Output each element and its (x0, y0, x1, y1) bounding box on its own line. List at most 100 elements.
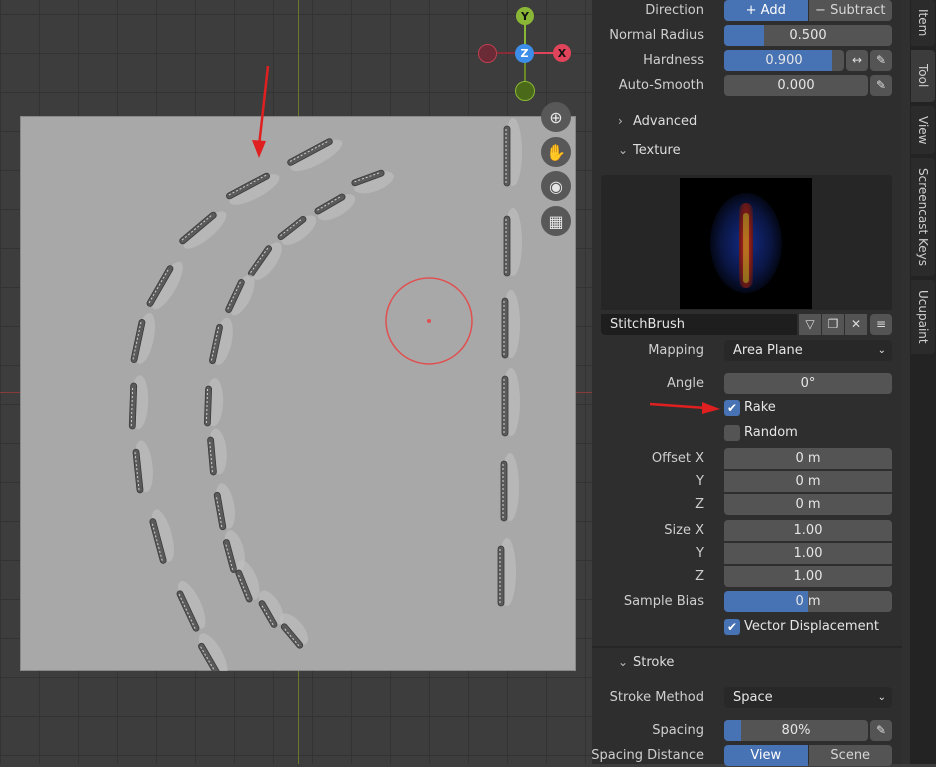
camera-icon[interactable]: ◉ (541, 171, 571, 201)
random-label: Random (744, 425, 798, 440)
chevron-down-icon: ⌄ (618, 143, 629, 157)
random-checkbox[interactable] (724, 425, 740, 441)
stroke-method-label: Stroke Method (609, 690, 704, 705)
duplicate-icon[interactable]: ❐ (822, 314, 844, 335)
zoom-icon[interactable]: ⊕ (541, 102, 571, 132)
sample-bias-row: Sample Bias 0 m (592, 591, 902, 613)
size-x-label: Size X (664, 523, 704, 538)
gizmo-neg-y-axis[interactable] (515, 81, 535, 101)
scene-button[interactable]: Scene (808, 745, 892, 766)
mapping-label: Mapping (648, 343, 704, 358)
offset-x-field[interactable]: 0 m (724, 448, 892, 469)
offset-z-row: Z 0 m (592, 494, 902, 516)
size-y-value: 1.00 (793, 546, 823, 561)
unlink-close-icon[interactable]: ✕ (845, 314, 867, 335)
tab-screencast-keys[interactable]: Screencast Keys (911, 158, 935, 276)
gizmo-x-axis[interactable]: X (553, 44, 571, 62)
texture-preview-box[interactable] (601, 175, 892, 310)
gizmo-z-axis[interactable]: Z (515, 44, 534, 63)
spacing-label: Spacing (652, 723, 704, 738)
vector-displacement-checkbox[interactable]: ✔ (724, 619, 740, 635)
annotation-arrow-rake (649, 402, 720, 414)
size-z-row: Z 1.00 (592, 566, 902, 588)
texture-selector-row: StitchBrush ▽ ❐ ✕ ≡ (592, 314, 902, 336)
direction-row: Direction + Add − Subtract (592, 0, 902, 22)
offset-x-row: Offset X 0 m (592, 448, 902, 470)
3d-viewport[interactable]: Y Z X ⊕ ✋ ◉ ▦ (0, 0, 592, 764)
size-z-value: 1.00 (793, 569, 823, 584)
size-x-row: Size X 1.00 (592, 520, 902, 542)
stroke-section-header[interactable]: ⌄ Stroke (592, 651, 902, 675)
tab-view[interactable]: View (911, 106, 935, 154)
spacing-row: Spacing 80% ✎ (592, 720, 902, 742)
stroke-title: Stroke (633, 655, 675, 670)
rake-row[interactable]: ✔ Rake (592, 398, 902, 420)
direction-toggle: + Add − Subtract (724, 0, 892, 21)
normal-radius-fill (724, 25, 765, 46)
hardness-slider[interactable]: 0.900 (724, 50, 844, 71)
texture-section-header[interactable]: ⌄ Texture (592, 139, 902, 163)
offset-z-field[interactable]: 0 m (724, 494, 892, 515)
texture-settings-icon[interactable]: ≡ (870, 314, 892, 335)
fake-user-shield-icon[interactable]: ▽ (799, 314, 821, 335)
tab-item-label: Item (916, 9, 930, 37)
spacing-distance-toggle: View Scene (724, 745, 892, 766)
tab-tool[interactable]: Tool (911, 50, 935, 102)
spacing-slider[interactable]: 80% (724, 720, 868, 741)
advanced-section-header[interactable]: › Advanced (592, 110, 902, 134)
sidebar-properties: Direction + Add − Subtract Normal Radius… (591, 0, 910, 766)
random-row[interactable]: Random (592, 423, 902, 445)
grid-icon[interactable]: ▦ (541, 206, 571, 236)
hardness-row: Hardness 0.900 ↔ ✎ (592, 50, 902, 72)
pressure-arrows-icon[interactable]: ↔ (846, 50, 868, 71)
sidebar-tabs: Item Tool View Screencast Keys Ucupaint (910, 0, 936, 764)
offset-y-label: Y (696, 474, 704, 489)
tab-view-label: View (916, 115, 930, 145)
offset-y-field[interactable]: 0 m (724, 471, 892, 492)
rake-checkbox[interactable]: ✔ (724, 400, 740, 416)
spacing-pressure-icon[interactable]: ✎ (870, 720, 892, 741)
tab-ucupaint-label: Ucupaint (916, 290, 930, 344)
gizmo-y-axis[interactable]: Y (516, 7, 534, 25)
auto-smooth-row: Auto-Smooth 0.000 ✎ (592, 75, 902, 97)
chevron-down-icon: ⌄ (877, 345, 886, 356)
pen-pressure-icon[interactable]: ✎ (870, 50, 892, 71)
tab-ucupaint[interactable]: Ucupaint (911, 280, 935, 354)
stroke-method-value: Space (733, 690, 773, 705)
vector-displacement-label: Vector Displacement (744, 619, 879, 634)
tab-screencast-keys-label: Screencast Keys (916, 168, 930, 266)
angle-field[interactable]: 0° (724, 373, 892, 394)
subtract-button[interactable]: − Subtract (808, 0, 892, 21)
normal-radius-value: 0.500 (789, 28, 827, 43)
offset-y-row: Y 0 m (592, 471, 902, 493)
rake-label: Rake (744, 400, 776, 415)
hardness-label: Hardness (643, 53, 704, 68)
size-y-field[interactable]: 1.00 (724, 543, 892, 564)
tab-item[interactable]: Item (911, 0, 935, 46)
normal-radius-slider[interactable]: 0.500 (724, 25, 892, 46)
spacing-value: 80% (781, 723, 811, 738)
mapping-row: Mapping Area Plane ⌄ (592, 340, 902, 362)
tab-tool-label: Tool (916, 64, 930, 88)
vector-displacement-row[interactable]: ✔ Vector Displacement (592, 617, 902, 639)
size-z-field[interactable]: 1.00 (724, 566, 892, 587)
offset-x-label: Offset X (651, 451, 704, 466)
size-x-field[interactable]: 1.00 (724, 520, 892, 541)
angle-label: Angle (667, 376, 704, 391)
auto-smooth-pressure-icon[interactable]: ✎ (870, 75, 892, 96)
texture-name-field[interactable]: StitchBrush (601, 314, 797, 335)
texture-title: Texture (633, 143, 681, 158)
hardness-value: 0.900 (765, 53, 803, 68)
gizmo-neg-x-axis[interactable] (478, 44, 497, 63)
view-button[interactable]: View (724, 745, 808, 766)
auto-smooth-slider[interactable]: 0.000 (724, 75, 868, 96)
pan-hand-icon[interactable]: ✋ (541, 137, 571, 167)
texture-preview-image (680, 178, 812, 309)
direction-label: Direction (645, 3, 704, 18)
sample-bias-slider[interactable]: 0 m (724, 591, 892, 612)
stroke-method-dropdown[interactable]: Space ⌄ (724, 687, 892, 708)
offset-x-value: 0 m (795, 451, 821, 466)
add-button[interactable]: + Add (724, 0, 808, 21)
offset-y-value: 0 m (795, 474, 821, 489)
mapping-dropdown[interactable]: Area Plane ⌄ (724, 340, 892, 361)
